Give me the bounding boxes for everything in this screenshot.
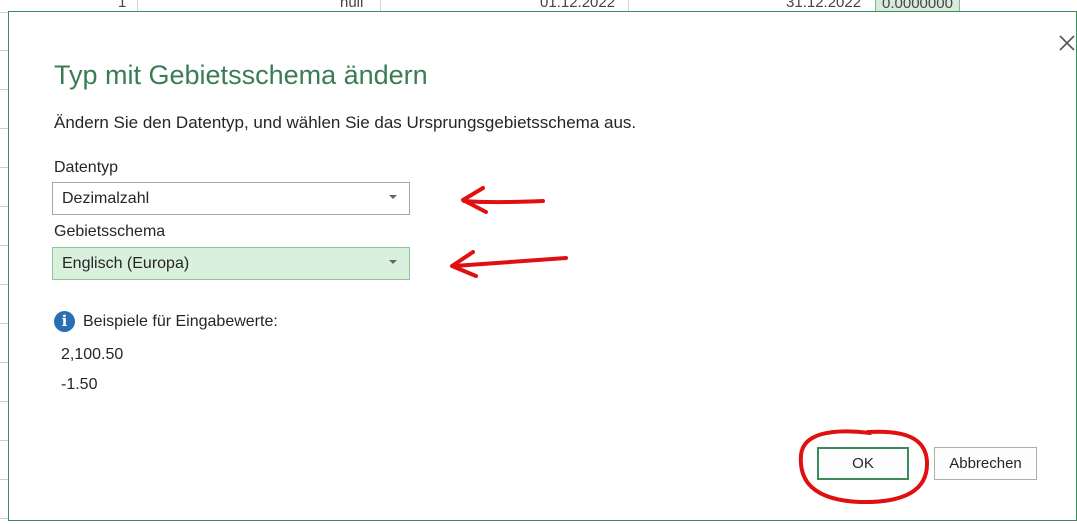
dialog-title: Typ mit Gebietsschema ändern (54, 60, 428, 90)
info-icon: i (54, 311, 75, 332)
example-value: -1.50 (61, 376, 98, 393)
dialog-subtitle: Ändern Sie den Datentyp, und wählen Sie … (54, 113, 637, 132)
change-type-locale-dialog: Typ mit Gebietsschema ändern Ändern Sie … (8, 11, 1077, 521)
datatype-value: Dezimalzahl (62, 190, 150, 207)
cancel-button[interactable]: Abbrechen (934, 447, 1037, 480)
example-value: 2,100.50 (61, 346, 124, 363)
cell-start-date: 01.12.2022 (540, 0, 616, 11)
locale-select[interactable]: Englisch (Europa) (52, 247, 410, 280)
locale-label: Gebietsschema (54, 223, 166, 240)
ok-button[interactable]: OK (817, 447, 909, 480)
close-icon (1059, 35, 1075, 51)
examples-heading: Beispiele für Eingabewerte: (83, 313, 278, 330)
cell-end-date: 31.12.2022 (786, 0, 862, 11)
cell-index: 1 (118, 0, 127, 11)
chevron-down-icon (389, 260, 397, 264)
cell-null: null (340, 0, 364, 11)
row-gridlines (0, 12, 8, 524)
datatype-select[interactable]: Dezimalzahl (52, 182, 410, 215)
datatype-label: Datentyp (54, 159, 119, 176)
chevron-down-icon (389, 195, 397, 199)
close-button[interactable] (1055, 31, 1077, 55)
locale-value: Englisch (Europa) (62, 255, 190, 272)
